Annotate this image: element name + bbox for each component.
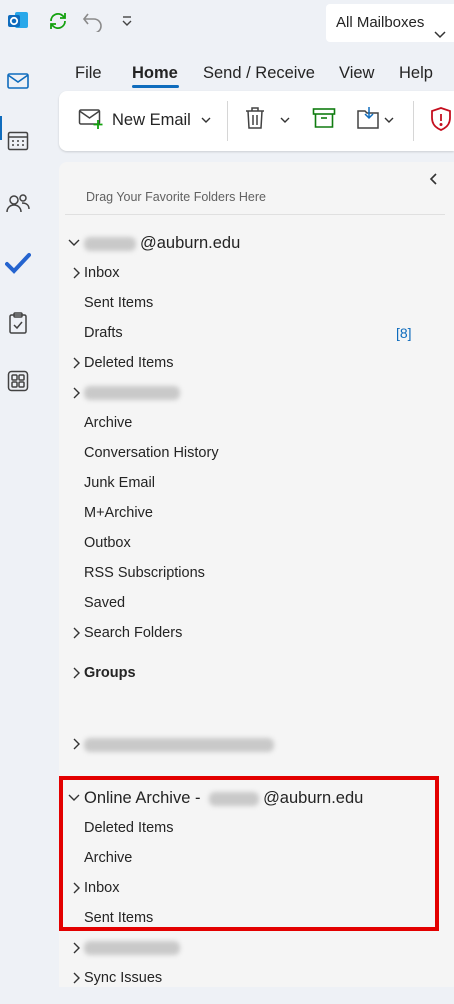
move-to-folder-icon [356,106,380,135]
folder-rss-subscriptions[interactable]: RSS Subscriptions [59,558,454,588]
chevron-right-icon[interactable] [71,618,81,659]
delete-button[interactable] [244,106,290,135]
app-rail [0,46,36,987]
account-email-suffix: @auburn.edu [140,234,241,252]
chevron-down-icon[interactable] [201,112,211,130]
archive-button[interactable] [312,106,336,135]
folder-sent-items[interactable]: Sent Items [59,288,454,318]
shared-mailbox-header[interactable] [59,729,454,759]
undo-icon[interactable] [82,10,104,37]
folder-label: Deleted Items [84,355,174,371]
folder-label: Drafts [84,325,123,341]
report-button[interactable] [429,106,453,137]
tab-send-receive[interactable]: Send / Receive [203,64,315,83]
rail-active-indicator [0,116,2,140]
new-email-icon [78,106,104,135]
folder-saved[interactable]: Saved [59,588,454,618]
tab-file[interactable]: File [75,64,102,83]
folder-label: Outbox [84,535,131,551]
favorites-hint: Drag Your Favorite Folders Here [86,190,266,204]
redacted-folder-name [84,941,180,956]
online-archive-highlight-box [59,776,439,931]
archive-folder-redacted[interactable] [59,933,454,963]
account-header[interactable]: @auburn.edu [59,228,454,258]
new-email-button[interactable]: New Email [78,106,211,135]
chevron-down-icon [434,17,446,55]
archive-icon [312,106,336,135]
sync-icon[interactable] [47,10,69,37]
archive-folder-sync-issues[interactable]: Sync Issues [59,963,454,993]
tab-home[interactable]: Home [132,64,178,83]
groups-label: Groups [84,665,136,681]
folder-inbox[interactable]: Inbox [59,258,454,288]
folder-conversation-history[interactable]: Conversation History [59,438,454,468]
apps-icon[interactable] [3,366,33,396]
folder-deleted-items[interactable]: Deleted Items [59,348,454,378]
tab-view[interactable]: View [339,64,374,83]
folder-search-folders[interactable]: Search Folders [59,618,454,648]
folder-junk-email[interactable]: Junk Email [59,468,454,498]
chevron-right-icon[interactable] [71,963,81,1004]
ribbon-toolbar: New Email [59,91,454,151]
folder-label: M+Archive [84,505,153,521]
mail-icon[interactable] [3,66,33,96]
mailbox-selector[interactable]: All Mailboxes [326,4,454,42]
favorites-divider [65,214,445,215]
chevron-right-icon[interactable] [71,729,81,770]
folder-label: RSS Subscriptions [84,565,205,581]
folder-m-archive[interactable]: M+Archive [59,498,454,528]
active-tab-indicator [132,85,179,88]
people-icon[interactable] [3,188,33,218]
customize-qat-icon[interactable] [121,14,133,32]
tasks-icon[interactable] [3,308,33,338]
trash-icon [244,106,266,135]
redacted-username [84,236,136,251]
folder-label: Inbox [84,265,120,281]
title-bar: All Mailboxes [0,0,454,46]
folder-redacted[interactable] [59,378,454,408]
chevron-down-icon[interactable] [280,112,290,130]
redacted-mailbox-name [84,737,274,752]
folder-label: Saved [84,595,126,611]
folder-label: Search Folders [84,625,183,641]
move-button[interactable] [356,106,394,135]
redacted-folder-name [84,386,180,401]
folder-label: Sent Items [84,295,154,311]
collapse-pane-icon[interactable] [428,172,440,190]
mailbox-selector-label: All Mailboxes [336,14,425,31]
shield-icon [429,106,453,137]
folder-label: Sync Issues [84,970,163,986]
chevron-down-icon[interactable] [384,112,394,130]
folder-outbox[interactable]: Outbox [59,528,454,558]
unread-count-badge: [8] [396,325,412,341]
toolbar-separator [413,101,414,141]
folder-label: Archive [84,415,133,431]
calendar-icon[interactable] [3,126,33,156]
todo-icon[interactable] [3,248,33,278]
folder-label: Junk Email [84,475,155,491]
groups-section[interactable]: Groups [59,658,454,688]
toolbar-separator [227,101,228,141]
folder-archive[interactable]: Archive [59,408,454,438]
folder-label: Conversation History [84,445,219,461]
chevron-right-icon[interactable] [71,658,81,699]
tab-help[interactable]: Help [399,64,433,83]
new-email-label: New Email [112,111,191,129]
folder-drafts[interactable]: Drafts [8] [59,318,454,348]
outlook-logo-icon [7,10,29,37]
